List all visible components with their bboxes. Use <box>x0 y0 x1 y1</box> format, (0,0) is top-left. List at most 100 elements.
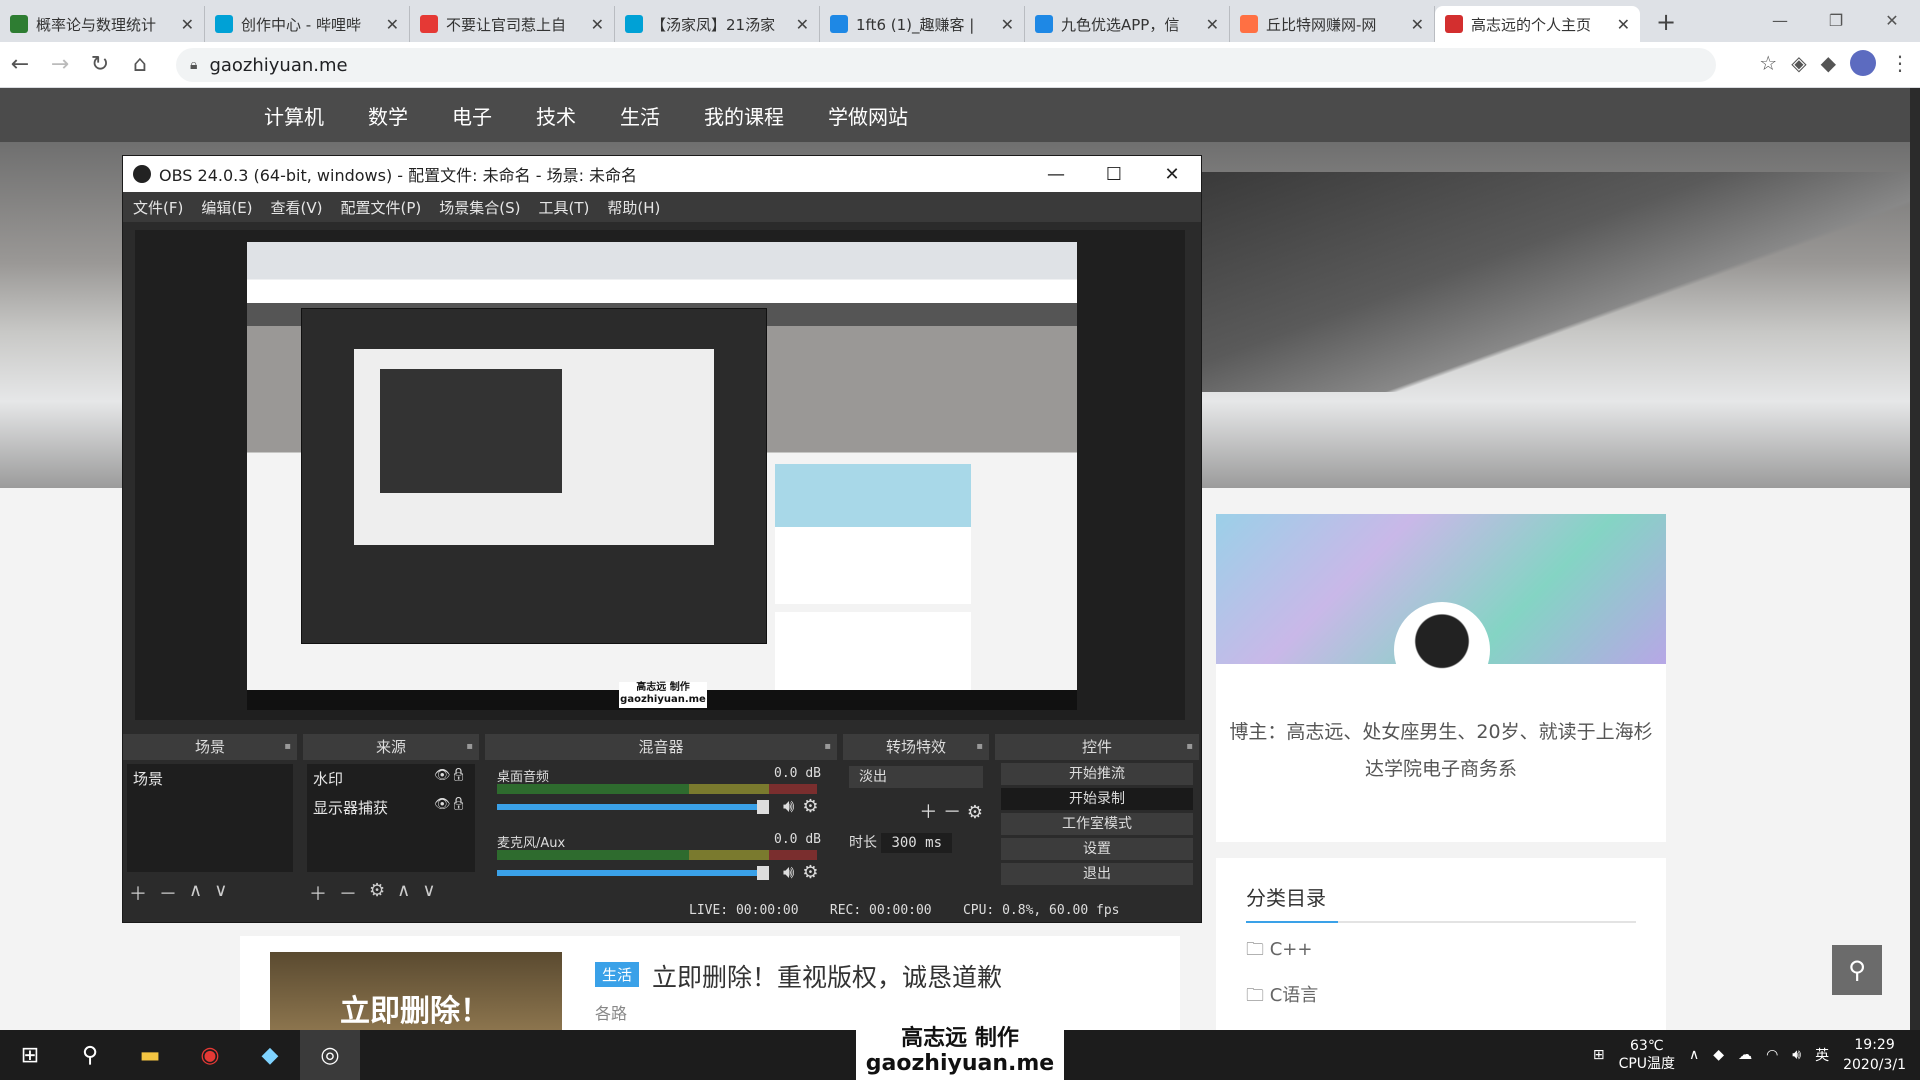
browser-tab[interactable]: 【汤家凤】21汤家 ✕ <box>615 6 820 42</box>
speaker-icon[interactable]: 🔊︎ <box>783 796 802 817</box>
menu-scene-collection[interactable]: 场景集合(S) <box>439 197 520 218</box>
scene-item[interactable]: 场景 <box>127 764 293 793</box>
post-title[interactable]: 立即删除！重视版权，诚恳道歉 <box>652 958 1002 994</box>
file-explorer-icon[interactable]: ▬ <box>120 1030 180 1080</box>
source-item[interactable]: 显示器捕获 👁︎🔒︎ <box>307 793 475 822</box>
obs-window: OBS 24.0.3 (64-bit, windows) - 配置文件: 未命名… <box>122 155 1202 923</box>
transition-select[interactable]: 淡出 <box>849 766 983 788</box>
volume-slider[interactable] <box>497 870 763 876</box>
scene-list[interactable]: 场景 <box>127 764 293 872</box>
exit-button[interactable]: 退出 <box>1001 863 1193 885</box>
avatar[interactable] <box>1850 50 1876 76</box>
browser-tab-active[interactable]: 高志远的个人主页 ✕ <box>1435 6 1640 42</box>
remove-icon[interactable]: － <box>943 802 961 823</box>
volume-slider[interactable] <box>497 804 763 810</box>
nav-item[interactable]: 电子 <box>452 101 492 130</box>
menu-edit[interactable]: 编辑(E) <box>201 197 252 218</box>
search-button[interactable]: ⚲ <box>1832 945 1882 995</box>
obs-icon[interactable]: ◎ <box>300 1030 360 1080</box>
settings-button[interactable]: 设置 <box>1001 838 1193 860</box>
post-tag[interactable]: 生活 <box>595 962 640 987</box>
close-icon[interactable]: ✕ <box>1001 15 1014 34</box>
add-icon[interactable]: ＋ <box>919 802 937 823</box>
minimize-icon[interactable]: — <box>1027 156 1085 192</box>
close-icon[interactable]: ✕ <box>591 15 604 34</box>
ime-grid-icon[interactable]: ⊞ <box>1593 1047 1605 1063</box>
browser-tab[interactable]: 九色优选APP，信 ✕ <box>1025 6 1230 42</box>
speaker-icon[interactable]: 🔊︎ <box>1792 1047 1801 1063</box>
browser-tab[interactable]: 概率论与数理统计 ✕ <box>0 6 205 42</box>
menu-help[interactable]: 帮助(H) <box>607 197 660 218</box>
menu-file[interactable]: 文件(F) <box>133 197 183 218</box>
category-item[interactable]: 🗀 C语言 <box>1246 981 1636 1013</box>
reload-icon[interactable]: ↻ <box>80 52 120 77</box>
audio-meter <box>497 850 817 860</box>
nav-item[interactable]: 技术 <box>536 101 576 130</box>
browser-tab[interactable]: 不要让官司惹上自 ✕ <box>410 6 615 42</box>
extension-icon[interactable]: ◈ <box>1791 51 1806 75</box>
extension-icon[interactable]: ◆ <box>1821 51 1836 75</box>
category-item[interactable]: 🗀 C++ <box>1246 937 1636 967</box>
new-tab-icon[interactable]: + <box>1656 8 1676 36</box>
tray-chevron-icon[interactable]: ∧ <box>1689 1047 1699 1063</box>
recursive-obs-capture <box>301 308 767 644</box>
tray-cloud-icon[interactable]: ☁ <box>1738 1047 1752 1063</box>
volume-knob[interactable] <box>757 866 769 880</box>
search-icon[interactable]: ⚲ <box>60 1030 120 1080</box>
url-field[interactable]: 🔒︎ gaozhiyuan.me <box>176 48 1716 82</box>
forward-icon[interactable]: → <box>40 52 80 77</box>
preview-watermark: 高志远 制作 gaozhiyuan.me <box>619 682 707 708</box>
source-item[interactable]: 水印 👁︎🔒︎ <box>307 764 475 793</box>
nav-item[interactable]: 学做网站 <box>828 101 908 130</box>
lock-icon[interactable]: 🔒︎ <box>190 57 197 73</box>
gear-icon[interactable]: ⚙ <box>802 796 826 817</box>
close-icon[interactable]: ✕ <box>1617 15 1630 34</box>
post-card[interactable]: 立即删除！ 生活 立即删除！重视版权，诚恳道歉 各路 <box>240 936 1180 1030</box>
restore-icon[interactable]: ❐ <box>1808 0 1864 40</box>
close-icon[interactable]: ✕ <box>1411 15 1424 34</box>
wifi-icon[interactable]: ◠ <box>1766 1047 1778 1063</box>
close-icon[interactable]: ✕ <box>1143 156 1201 192</box>
home-icon[interactable]: ⌂ <box>120 52 160 77</box>
source-list[interactable]: 水印 👁︎🔒︎ 显示器捕获 👁︎🔒︎ <box>307 764 475 872</box>
clock[interactable]: 19:29 2020/3/1 <box>1843 1035 1906 1075</box>
browser-tab[interactable]: 创作中心 - 哔哩哔 ✕ <box>205 6 410 42</box>
menu-view[interactable]: 查看(V) <box>271 197 323 218</box>
back-icon[interactable]: ← <box>0 52 40 77</box>
close-window-icon[interactable]: ✕ <box>1864 0 1920 40</box>
gear-icon[interactable]: ⚙ <box>967 802 983 823</box>
duration-input[interactable]: 300 ms <box>881 833 953 853</box>
start-streaming-button[interactable]: 开始推流 <box>1001 763 1193 785</box>
browser-tab[interactable]: 1ft6 (1)_趣赚客 | ✕ <box>820 6 1025 42</box>
app-icon[interactable]: ◆ <box>240 1030 300 1080</box>
audio-meter <box>497 784 817 794</box>
ime-indicator[interactable]: 英 <box>1815 1045 1829 1065</box>
nav-item[interactable]: 生活 <box>620 101 660 130</box>
studio-mode-button[interactable]: 工作室模式 <box>1001 813 1193 835</box>
nav-item[interactable]: 计算机 <box>264 101 324 130</box>
nav-item[interactable]: 数学 <box>368 101 408 130</box>
eye-lock-icon[interactable]: 👁︎🔒︎ <box>434 768 467 783</box>
gear-icon[interactable]: ⚙ <box>802 862 826 883</box>
menu-tools[interactable]: 工具(T) <box>538 197 589 218</box>
menu-profile[interactable]: 配置文件(P) <box>341 197 422 218</box>
maximize-icon[interactable]: ☐ <box>1085 156 1143 192</box>
post-thumbnail[interactable]: 立即删除！ <box>270 952 562 1030</box>
nav-item[interactable]: 我的课程 <box>704 101 784 130</box>
obs-preview[interactable]: 高志远 制作 gaozhiyuan.me <box>135 230 1185 720</box>
volume-knob[interactable] <box>757 800 769 814</box>
menu-icon[interactable]: ⋮ <box>1890 51 1910 75</box>
close-icon[interactable]: ✕ <box>386 15 399 34</box>
windows-start-icon[interactable]: ⊞ <box>0 1030 60 1080</box>
close-icon[interactable]: ✕ <box>1206 15 1219 34</box>
tray-app-icon[interactable]: ◆ <box>1713 1047 1724 1063</box>
browser-tab[interactable]: 丘比特网赚网-网 ✕ <box>1230 6 1435 42</box>
close-icon[interactable]: ✕ <box>796 15 809 34</box>
minimize-icon[interactable]: — <box>1752 0 1808 40</box>
chrome-icon[interactable]: ◉ <box>180 1030 240 1080</box>
speaker-icon[interactable]: 🔊︎ <box>783 862 802 883</box>
eye-lock-icon[interactable]: 👁︎🔒︎ <box>434 797 467 812</box>
star-icon[interactable]: ☆ <box>1759 51 1777 75</box>
close-icon[interactable]: ✕ <box>181 15 194 34</box>
start-recording-button[interactable]: 开始录制 <box>1001 788 1193 810</box>
